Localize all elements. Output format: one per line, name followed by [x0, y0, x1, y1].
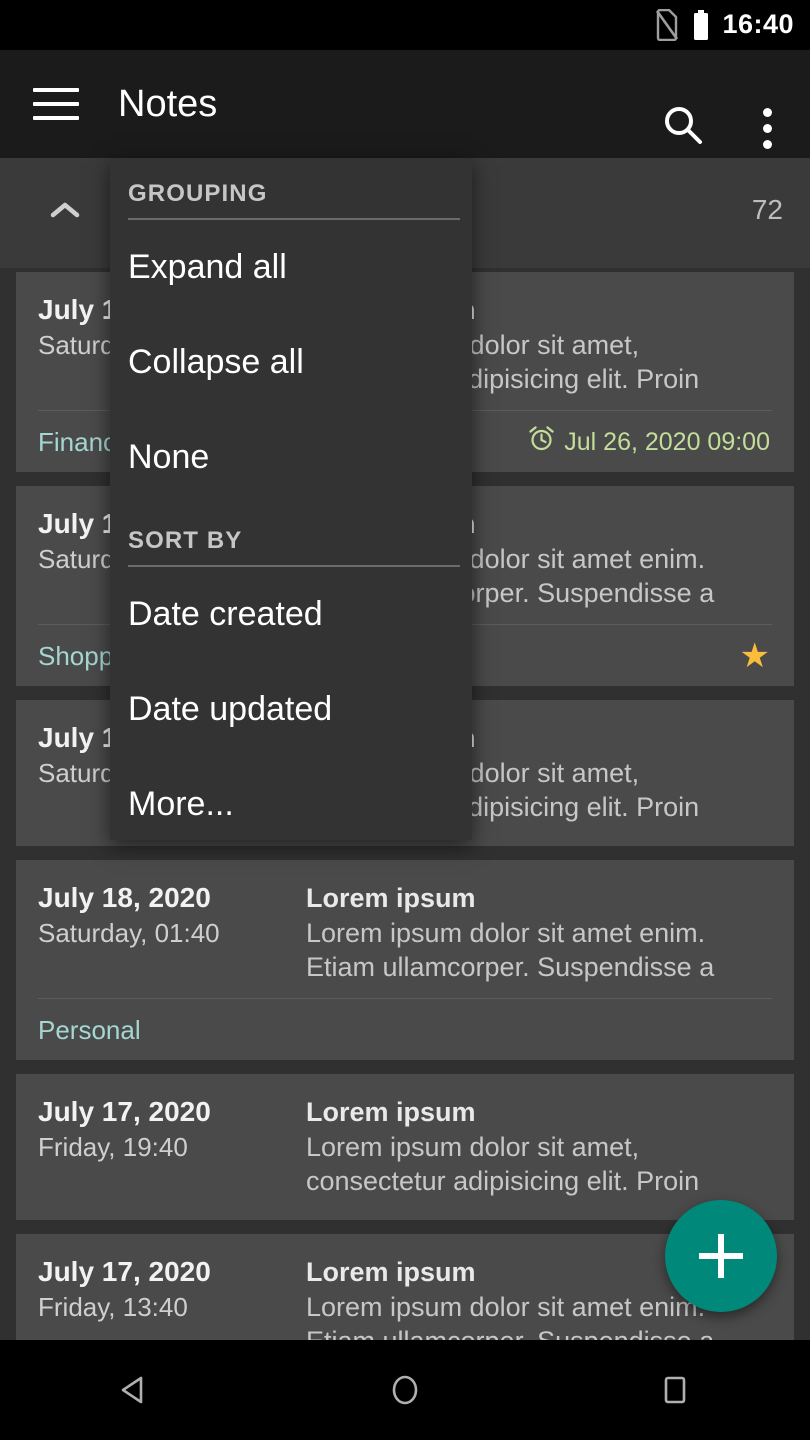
note-title: Lorem ipsum [306, 1097, 476, 1127]
group-note-count: 72 [751, 194, 783, 225]
alarm-clock-icon [528, 425, 555, 459]
menu-item-expand-all[interactable]: Expand all [110, 220, 472, 315]
note-day-time: Friday, 19:40 [38, 1132, 188, 1162]
status-bar-clock: 16:40 [722, 8, 794, 39]
overflow-menu-icon[interactable] [750, 102, 784, 149]
chevron-up-icon[interactable] [50, 201, 80, 219]
note-content: Lorem ipsum Lorem ipsum dolor sit amet e… [306, 878, 772, 984]
home-circle-icon[interactable] [270, 1370, 540, 1410]
note-date: July 17, 2020 [38, 1096, 211, 1127]
note-preview-text: Lorem ipsum dolor sit amet enim. Etiam u… [306, 918, 715, 982]
grouping-sort-dropdown-menu[interactable]: GROUPING Expand all Collapse all None SO… [110, 158, 472, 840]
add-note-fab[interactable] [665, 1200, 777, 1312]
battery-icon [692, 9, 710, 41]
note-day-time: Friday, 13:40 [38, 1292, 188, 1322]
hamburger-icon[interactable] [33, 88, 79, 120]
note-date: July 18, 2020 [38, 882, 211, 913]
system-navigation-bar [0, 1340, 810, 1440]
menu-section-header-sort-by: SORT BY [128, 527, 243, 554]
note-alarm-text: Jul 26, 2020 09:00 [564, 427, 770, 456]
menu-item-none[interactable]: None [110, 410, 472, 505]
menu-item-date-created[interactable]: Date created [110, 567, 472, 662]
note-day-time: Saturday, 01:40 [38, 918, 220, 948]
no-sim-icon [654, 9, 680, 41]
status-bar: 16:40 [0, 0, 810, 50]
note-tag[interactable]: Personal [38, 1013, 141, 1047]
app-toolbar: Notes [0, 50, 810, 194]
note-alarm: Jul 26, 2020 09:00 [528, 425, 770, 459]
star-icon[interactable]: ★ [740, 639, 770, 673]
note-preview-text: Lorem ipsum dolor sit amet, consectetur … [306, 1132, 700, 1196]
note-footer: Personal [38, 998, 772, 1060]
note-card[interactable]: July 17, 2020 Friday, 19:40 Lorem ipsum … [16, 1074, 794, 1220]
note-content: Lorem ipsum Lorem ipsum dolor sit amet, … [306, 1092, 772, 1198]
menu-item-date-updated[interactable]: Date updated [110, 662, 472, 757]
menu-item-collapse-all[interactable]: Collapse all [110, 315, 472, 410]
search-icon[interactable] [660, 102, 706, 148]
menu-item-more[interactable]: More... [110, 757, 472, 840]
menu-section-header-grouping: GROUPING [128, 180, 268, 207]
back-triangle-icon[interactable] [0, 1370, 270, 1410]
app-screen: 16:40 Notes 72 July Saturday, dolor sit … [0, 0, 810, 1440]
note-date: July 17, 2020 [38, 1256, 211, 1287]
note-card[interactable]: July 18, 2020 Saturday, 01:40 Lorem ipsu… [16, 860, 794, 1060]
note-date-block: July 18, 2020 Saturday, 01:40 [38, 878, 306, 984]
recents-square-icon[interactable] [540, 1370, 810, 1410]
note-title: Lorem ipsum [306, 883, 476, 913]
page-title[interactable]: Notes [118, 80, 217, 128]
note-date-block: July 17, 2020 Friday, 19:40 [38, 1092, 306, 1198]
